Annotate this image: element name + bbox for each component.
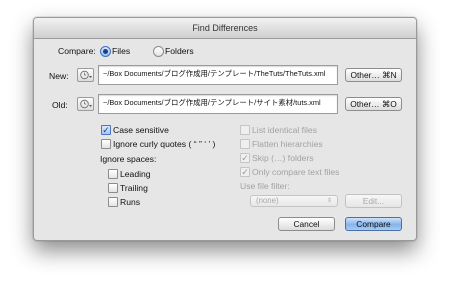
- chevron-updown-icon: ⇕: [326, 198, 332, 204]
- runs-label[interactable]: Runs: [120, 197, 140, 207]
- ignore-spaces-label: Ignore spaces:: [100, 154, 157, 164]
- files-radio-label[interactable]: Files: [112, 46, 130, 56]
- window-title: Find Differences: [34, 18, 416, 39]
- folders-radio-label[interactable]: Folders: [165, 46, 194, 56]
- folders-radio[interactable]: [153, 46, 164, 57]
- other-old-button[interactable]: Other… ⌘O: [345, 97, 402, 111]
- skip-folders-label[interactable]: Skip (…) folders: [252, 153, 314, 163]
- flatten-hierarchies-checkbox[interactable]: [240, 139, 250, 149]
- cancel-button[interactable]: Cancel: [278, 217, 335, 231]
- compare-label: Compare:: [58, 46, 96, 56]
- use-file-filter-label: Use file filter:: [240, 181, 290, 191]
- list-identical-checkbox[interactable]: [240, 125, 250, 135]
- flatten-hierarchies-label[interactable]: Flatten hierarchies: [252, 139, 323, 149]
- recent-new-button[interactable]: [77, 68, 94, 82]
- ignore-curly-quotes-label[interactable]: Ignore curly quotes ( “ ” ‘ ’ ): [113, 139, 215, 149]
- files-radio[interactable]: [100, 46, 111, 57]
- clock-icon: [80, 70, 92, 80]
- old-path-field[interactable]: ~/Box Documents/ブログ作成用/テンプレート/サイト素材/tuts…: [98, 94, 338, 114]
- compare-button[interactable]: Compare: [345, 217, 402, 231]
- edit-filter-button[interactable]: Edit...: [345, 194, 402, 208]
- case-sensitive-label[interactable]: Case sensitive: [113, 125, 169, 135]
- only-text-files-checkbox[interactable]: ✓: [240, 167, 250, 177]
- file-filter-select[interactable]: (none) ⇕: [250, 195, 338, 207]
- ignore-curly-quotes-checkbox[interactable]: [101, 139, 111, 149]
- file-filter-value: (none): [256, 196, 279, 205]
- clock-icon: [80, 99, 92, 109]
- trailing-checkbox[interactable]: [108, 183, 118, 193]
- recent-old-button[interactable]: [77, 97, 94, 111]
- runs-checkbox[interactable]: [108, 197, 118, 207]
- find-differences-dialog: Find Differences Compare: Files Folders …: [33, 17, 417, 241]
- leading-checkbox[interactable]: [108, 169, 118, 179]
- trailing-label[interactable]: Trailing: [120, 183, 148, 193]
- list-identical-label[interactable]: List identical files: [252, 125, 317, 135]
- new-label: New:: [49, 71, 69, 81]
- leading-label[interactable]: Leading: [120, 169, 151, 179]
- case-sensitive-checkbox[interactable]: ✓: [101, 125, 111, 135]
- other-new-button[interactable]: Other… ⌘N: [345, 68, 402, 82]
- new-path-field[interactable]: ~/Box Documents/ブログ作成用/テンプレート/TheTuts/Th…: [98, 65, 338, 85]
- skip-folders-checkbox[interactable]: ✓: [240, 153, 250, 163]
- old-label: Old:: [52, 100, 68, 110]
- only-text-files-label[interactable]: Only compare text files: [252, 167, 339, 177]
